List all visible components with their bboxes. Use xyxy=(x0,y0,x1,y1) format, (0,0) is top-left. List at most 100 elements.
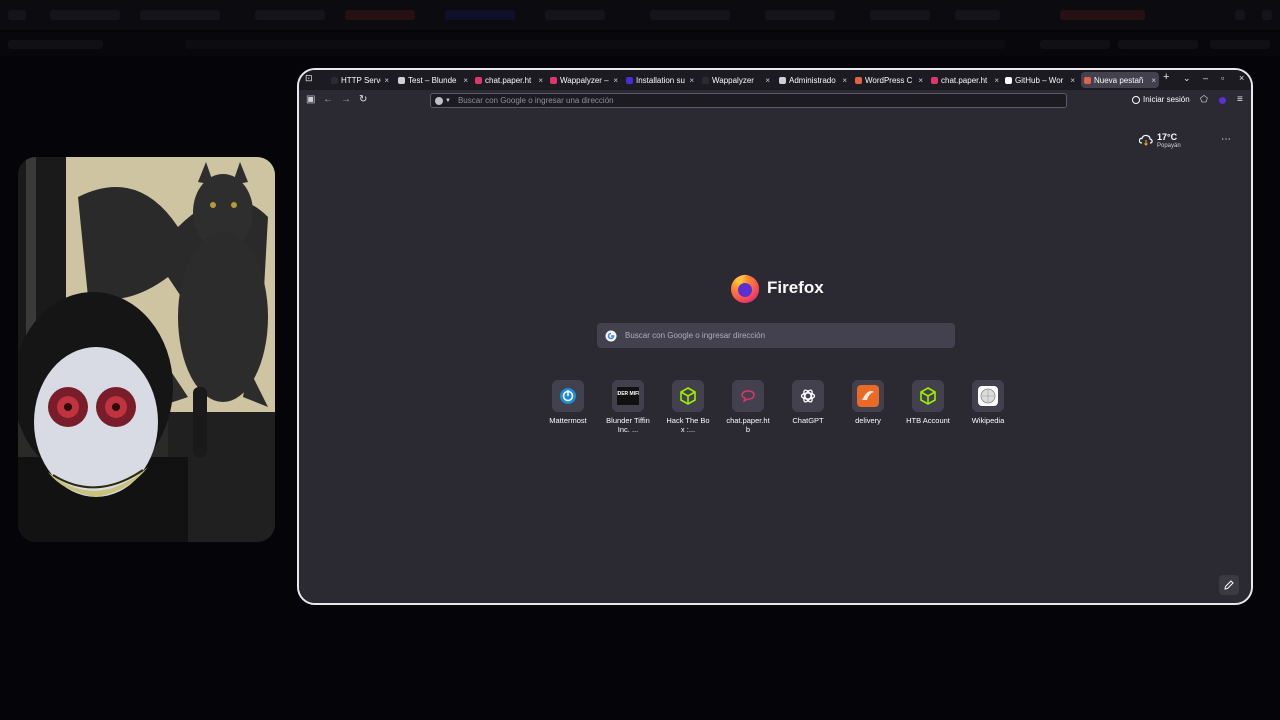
shortcut-tile[interactable]: Wikipedia xyxy=(965,380,1011,425)
dunder-logo-top: DUNDER MIFFLIN xyxy=(617,391,639,397)
bg-ghost xyxy=(8,40,103,49)
bg-ghost xyxy=(765,10,835,20)
browser-tab[interactable]: Test – Blunde × xyxy=(398,72,468,88)
address-bar[interactable]: ▼ xyxy=(430,93,1067,108)
search-engine-icon[interactable] xyxy=(435,96,443,105)
bg-ghost xyxy=(8,10,26,20)
bg-ghost xyxy=(1040,40,1110,49)
firefox-logo-icon xyxy=(731,274,759,303)
sign-in-button[interactable]: Iniciar sesión xyxy=(1132,95,1190,104)
newtab-search-input[interactable] xyxy=(623,330,937,341)
tab-favicon-icon xyxy=(1005,76,1012,84)
shortcut-label: Hack The Box :... xyxy=(666,416,710,434)
dunder-mifflin-icon: DUNDER MIFFLIN xyxy=(612,380,644,412)
browser-tab[interactable]: Administrado × xyxy=(779,72,847,88)
google-icon xyxy=(605,330,617,341)
tab-close-icon[interactable]: × xyxy=(1151,76,1156,85)
mattermost-icon xyxy=(552,380,584,412)
shortcut-tile[interactable]: ChatGPT xyxy=(785,380,831,425)
weather-menu-button[interactable]: ⋯ xyxy=(1221,134,1232,145)
bg-ghost xyxy=(870,10,930,20)
chat-bubble-icon xyxy=(732,380,764,412)
tab-close-icon[interactable]: × xyxy=(1070,76,1075,85)
bg-ghost xyxy=(1235,10,1245,20)
profile-dot-icon[interactable] xyxy=(1219,96,1226,107)
maximize-button[interactable]: ▫ xyxy=(1221,73,1224,83)
back-button[interactable]: ← xyxy=(323,94,333,105)
tab-favicon-icon xyxy=(398,76,405,84)
chevron-down-icon: ▼ xyxy=(445,97,451,104)
background-window-navbar xyxy=(0,32,1280,56)
reload-button[interactable]: ↻ xyxy=(359,94,367,105)
tab-close-icon[interactable]: × xyxy=(842,76,847,85)
browser-tab[interactable]: GitHub – Wor × xyxy=(1005,72,1075,88)
tab-favicon-icon xyxy=(626,76,633,84)
browser-tab[interactable]: chat.paper.ht × xyxy=(931,72,999,88)
bg-ghost xyxy=(255,10,325,20)
tab-title: chat.paper.ht xyxy=(941,75,988,85)
sidebar-icon[interactable]: ▣ xyxy=(306,94,315,105)
close-window-button[interactable]: × xyxy=(1239,73,1244,83)
newtab-search-box[interactable] xyxy=(597,323,955,348)
bg-ghost xyxy=(50,10,120,20)
htb-cube-icon xyxy=(672,380,704,412)
shortcut-label: ChatGPT xyxy=(792,416,824,425)
tab-title: Nueva pestañ xyxy=(1094,75,1144,85)
bg-ghost xyxy=(1118,40,1198,49)
browser-tab[interactable]: Wappalyzer × xyxy=(702,72,770,88)
browser-tab[interactable]: Wappalyzer – × xyxy=(550,72,618,88)
shortcut-tile[interactable]: Mattermost xyxy=(545,380,591,425)
browser-tab[interactable]: Installation su × xyxy=(626,72,694,88)
forward-button[interactable]: → xyxy=(341,94,351,105)
tab-title: Installation su xyxy=(636,75,685,85)
shortcut-label: Wikipedia xyxy=(971,416,1005,425)
firefox-window: ⊡ HTTP Server× Test – Blunde× chat.paper.h… xyxy=(297,68,1253,605)
tab-close-icon[interactable]: × xyxy=(613,76,618,85)
minimize-button[interactable]: – xyxy=(1203,73,1208,83)
tab-close-icon[interactable]: × xyxy=(689,76,694,85)
bg-ghost xyxy=(955,10,1000,20)
shortcut-tile[interactable]: delivery xyxy=(845,380,891,425)
shortcut-label: chat.paper.htb xyxy=(726,416,770,434)
bg-ghost xyxy=(445,10,515,20)
tab-close-icon[interactable]: × xyxy=(538,76,543,85)
weather-temperature: 17°C xyxy=(1157,132,1178,142)
shortcut-label: HTB Account xyxy=(906,416,950,425)
background-window-tabbar xyxy=(0,0,1280,30)
tab-strip: ⊡ HTTP Server× Test – Blunde× chat.paper.h… xyxy=(299,70,1251,90)
wikipedia-globe-icon xyxy=(972,380,1004,412)
address-input[interactable] xyxy=(455,95,1020,106)
shortcut-tile[interactable]: Hack The Box :... xyxy=(665,380,711,434)
new-tab-button[interactable]: + xyxy=(1163,71,1169,83)
browser-tab[interactable]: HTTP Server× xyxy=(331,72,389,88)
tab-favicon-icon xyxy=(1084,76,1091,84)
tab-favicon-icon xyxy=(931,76,938,84)
shortcut-tile[interactable]: DUNDER MIFFLIN Blunder Tiffin Inc. ... xyxy=(605,380,651,434)
customize-button[interactable] xyxy=(1219,575,1239,595)
browser-tab[interactable]: chat.paper.ht × xyxy=(475,72,543,88)
app-menu-icon[interactable]: ≡ xyxy=(1237,94,1243,105)
bg-ghost xyxy=(1060,10,1145,20)
extensions-icon[interactable]: ⬠ xyxy=(1200,94,1208,105)
bg-ghost xyxy=(1262,10,1272,20)
tab-close-icon[interactable]: × xyxy=(463,76,468,85)
shortcut-label: Blunder Tiffin Inc. ... xyxy=(606,416,650,434)
weather-widget[interactable]: 17°C Popayán xyxy=(1157,132,1181,149)
firefox-view-icon[interactable]: ⊡ xyxy=(305,73,313,84)
tab-close-icon[interactable]: × xyxy=(994,76,999,85)
tab-favicon-icon xyxy=(475,76,482,84)
browser-tab[interactable]: Nueva pestañ × xyxy=(1081,72,1159,88)
firefox-logo: Firefox xyxy=(729,272,824,304)
tab-close-icon[interactable]: × xyxy=(765,76,770,85)
tab-close-icon[interactable]: × xyxy=(918,76,923,85)
tab-list-button[interactable]: ⌄ xyxy=(1183,73,1191,84)
tab-close-icon[interactable]: × xyxy=(384,76,389,85)
sign-in-label: Iniciar sesión xyxy=(1143,95,1190,104)
htb-cube-icon xyxy=(912,380,944,412)
shortcut-tile[interactable]: HTB Account xyxy=(905,380,951,425)
account-icon xyxy=(1132,95,1140,104)
bg-ghost xyxy=(345,10,415,20)
shortcut-tile[interactable]: chat.paper.htb xyxy=(725,380,771,434)
browser-tab[interactable]: WordPress C × xyxy=(855,72,923,88)
bg-ghost xyxy=(545,10,605,20)
